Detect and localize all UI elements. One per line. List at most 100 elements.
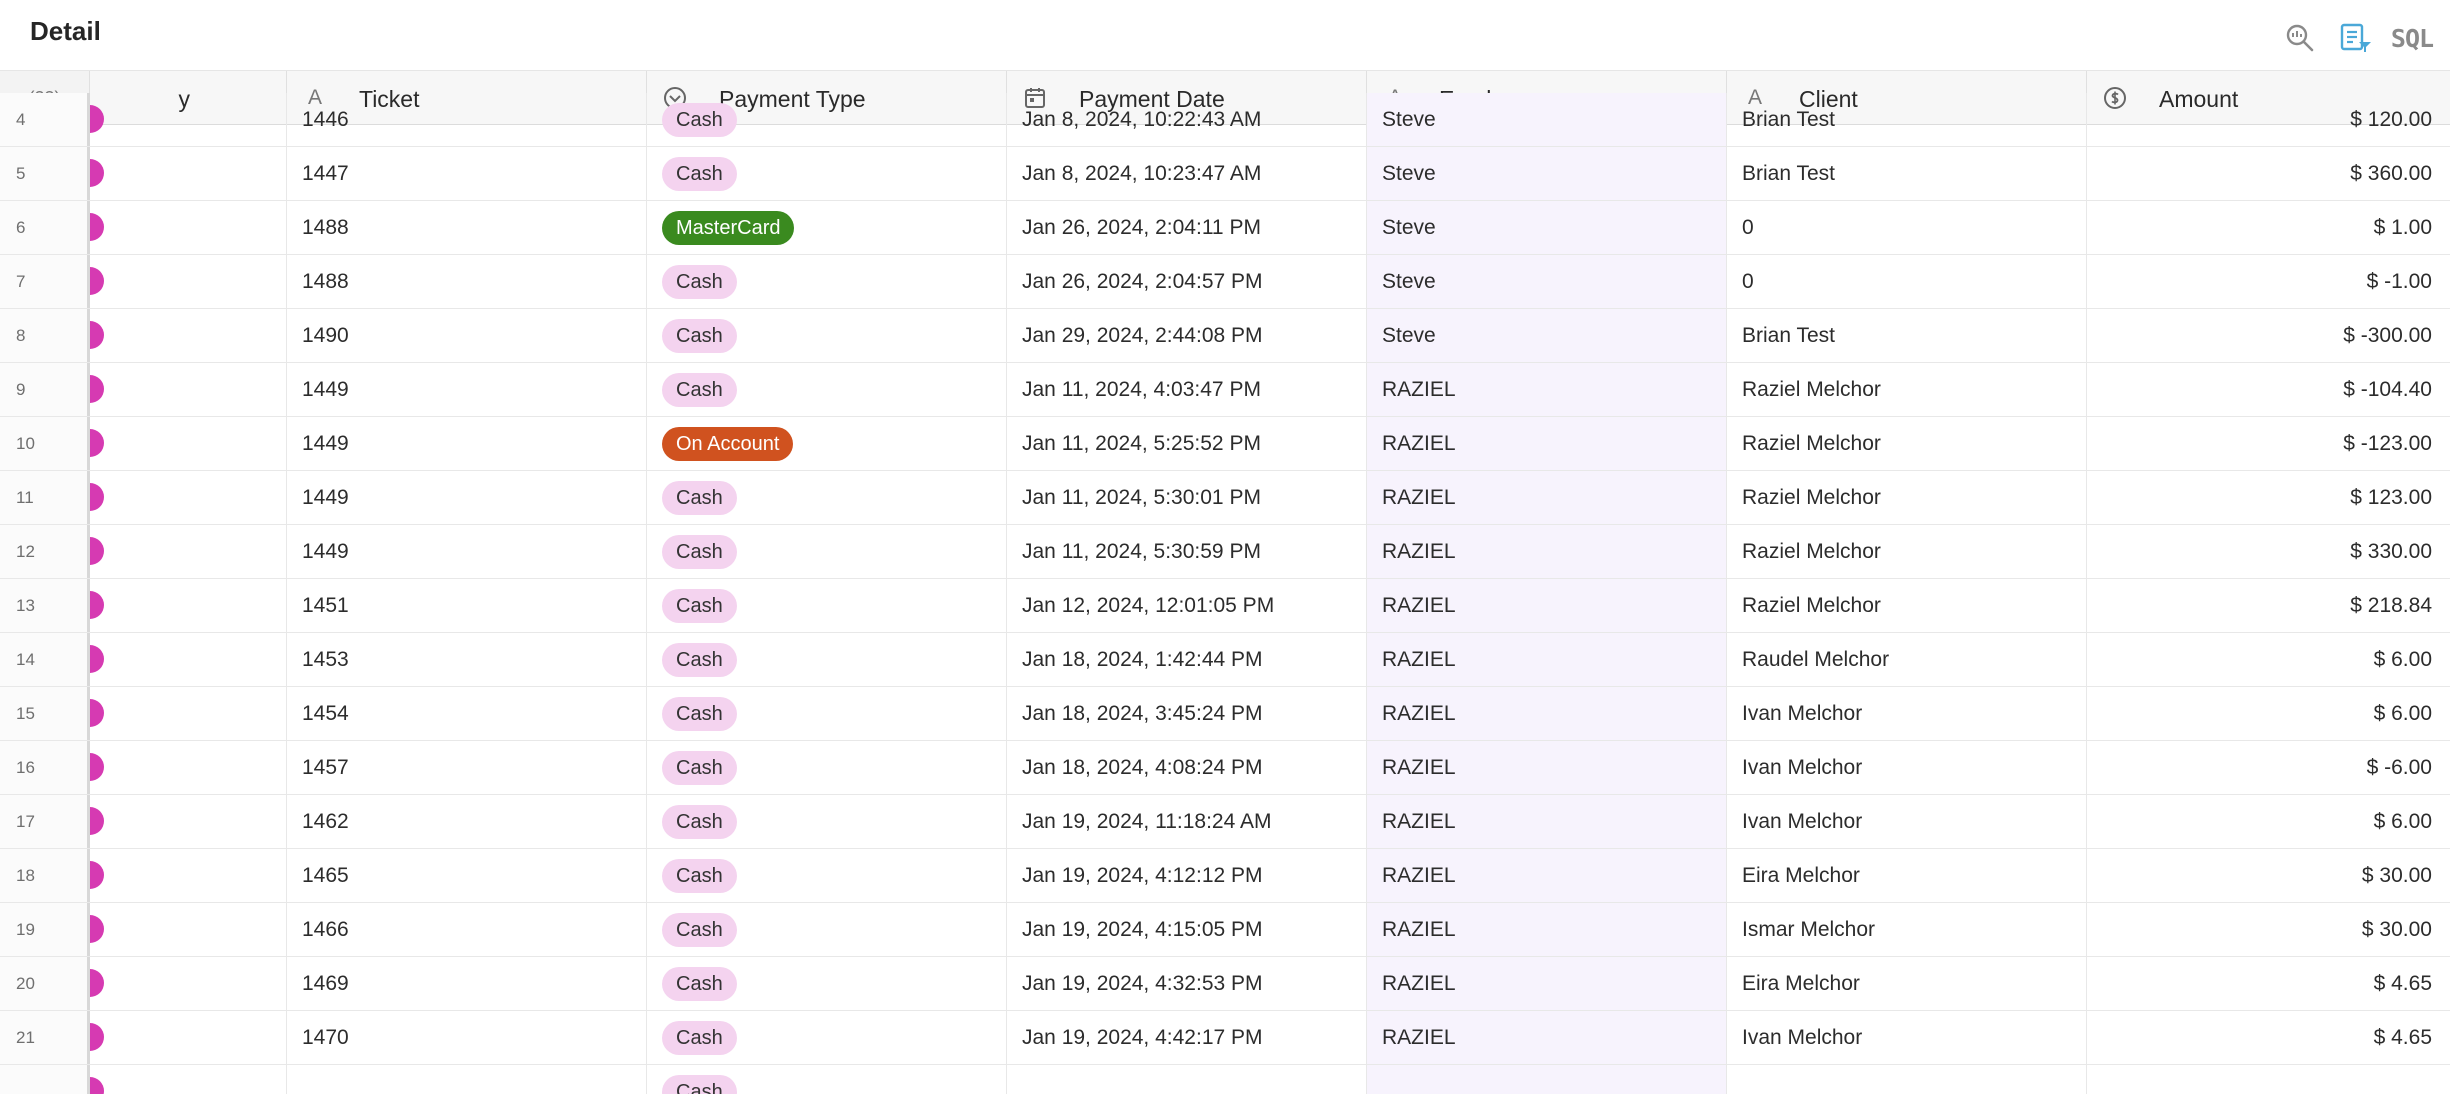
- search-refresh-icon[interactable]: [2280, 20, 2320, 56]
- cell-clipped-column[interactable]: [90, 201, 287, 254]
- cell-payment-type[interactable]: Cash: [647, 1011, 1007, 1064]
- cell-client[interactable]: Ivan Melchor: [1727, 687, 2087, 740]
- table-row[interactable]: 14 1453 Cash Jan 18, 2024, 1:42:44 PM RAZIEL…: [0, 633, 2450, 687]
- table-row[interactable]: 20 1469 Cash Jan 19, 2024, 4:32:53 PM RAZIEL…: [0, 957, 2450, 1011]
- cell-amount[interactable]: $ -1.00: [2087, 255, 2450, 308]
- cell-client[interactable]: Raziel Melchor: [1727, 471, 2087, 524]
- cell-amount[interactable]: $ 6.00: [2087, 795, 2450, 848]
- table-row[interactable]: 18 1465 Cash Jan 19, 2024, 4:12:12 PM RAZIEL…: [0, 849, 2450, 903]
- cell-amount[interactable]: $ 360.00: [2087, 147, 2450, 200]
- cell-payment-type[interactable]: Cash: [647, 309, 1007, 362]
- table-row[interactable]: 15 1454 Cash Jan 18, 2024, 3:45:24 PM RAZIEL…: [0, 687, 2450, 741]
- cell-payment-date[interactable]: Jan 19, 2024, 4:15:05 PM: [1007, 903, 1367, 956]
- cell-amount[interactable]: $ 330.00: [2087, 525, 2450, 578]
- cell-clipped-column[interactable]: [90, 471, 287, 524]
- table-row[interactable]: 19 1466 Cash Jan 19, 2024, 4:15:05 PM RAZIEL…: [0, 903, 2450, 957]
- cell-payment-date[interactable]: Jan 11, 2024, 5:25:52 PM: [1007, 417, 1367, 470]
- cell-payment-date[interactable]: Jan 19, 2024, 4:12:12 PM: [1007, 849, 1367, 902]
- cell-payment-date[interactable]: Jan 18, 2024, 1:42:44 PM: [1007, 633, 1367, 686]
- cell-clipped-column[interactable]: [90, 903, 287, 956]
- sql-button[interactable]: SQL: [2388, 20, 2436, 56]
- cell-ticket[interactable]: 1466: [287, 903, 647, 956]
- cell-client[interactable]: Raudel Melchor: [1727, 633, 2087, 686]
- cell-employee[interactable]: Steve: [1367, 201, 1727, 254]
- cell-client[interactable]: Brian Test: [1727, 93, 2087, 146]
- cell-clipped-column[interactable]: [90, 363, 287, 416]
- cell-amount[interactable]: $ 4.65: [2087, 957, 2450, 1010]
- cell-employee[interactable]: RAZIEL: [1367, 741, 1727, 794]
- cell-ticket[interactable]: 1447: [287, 147, 647, 200]
- cell-payment-type[interactable]: Cash: [647, 93, 1007, 146]
- cell-client[interactable]: [1727, 1065, 2087, 1094]
- cell-client[interactable]: Ismar Melchor: [1727, 903, 2087, 956]
- cell-ticket[interactable]: 1469: [287, 957, 647, 1010]
- cell-ticket[interactable]: 1449: [287, 525, 647, 578]
- table-row[interactable]: Cash: [0, 1065, 2450, 1094]
- cell-clipped-column[interactable]: [90, 93, 287, 146]
- cell-clipped-column[interactable]: [90, 417, 287, 470]
- cell-amount[interactable]: $ 123.00: [2087, 471, 2450, 524]
- cell-clipped-column[interactable]: [90, 525, 287, 578]
- cell-clipped-column[interactable]: [90, 741, 287, 794]
- cell-employee[interactable]: RAZIEL: [1367, 957, 1727, 1010]
- cell-ticket[interactable]: 1446: [287, 93, 647, 146]
- cell-amount[interactable]: $ 6.00: [2087, 633, 2450, 686]
- cell-payment-type[interactable]: Cash: [647, 471, 1007, 524]
- table-row[interactable]: 8 1490 Cash Jan 29, 2024, 2:44:08 PM Steve Br…: [0, 309, 2450, 363]
- cell-employee[interactable]: RAZIEL: [1367, 687, 1727, 740]
- cell-clipped-column[interactable]: [90, 255, 287, 308]
- cell-ticket[interactable]: 1449: [287, 471, 647, 524]
- table-row[interactable]: 12 1449 Cash Jan 11, 2024, 5:30:59 PM RAZIEL…: [0, 525, 2450, 579]
- cell-client[interactable]: Brian Test: [1727, 309, 2087, 362]
- table-row[interactable]: 6 1488 MasterCard Jan 26, 2024, 2:04:11 PM S…: [0, 201, 2450, 255]
- cell-amount[interactable]: $ -104.40: [2087, 363, 2450, 416]
- table-row[interactable]: 9 1449 Cash Jan 11, 2024, 4:03:47 PM RAZIEL R…: [0, 363, 2450, 417]
- cell-amount[interactable]: [2087, 1065, 2450, 1094]
- cell-payment-date[interactable]: Jan 8, 2024, 10:23:47 AM: [1007, 147, 1367, 200]
- cell-ticket[interactable]: 1451: [287, 579, 647, 632]
- table-row[interactable]: 17 1462 Cash Jan 19, 2024, 11:18:24 AM RAZIE…: [0, 795, 2450, 849]
- cell-payment-date[interactable]: Jan 19, 2024, 11:18:24 AM: [1007, 795, 1367, 848]
- cell-payment-type[interactable]: Cash: [647, 147, 1007, 200]
- cell-clipped-column[interactable]: [90, 687, 287, 740]
- cell-payment-date[interactable]: Jan 12, 2024, 12:01:05 PM: [1007, 579, 1367, 632]
- cell-employee[interactable]: RAZIEL: [1367, 633, 1727, 686]
- cell-amount[interactable]: $ 30.00: [2087, 849, 2450, 902]
- cell-clipped-column[interactable]: [90, 795, 287, 848]
- cell-client[interactable]: Ivan Melchor: [1727, 741, 2087, 794]
- cell-client[interactable]: Ivan Melchor: [1727, 795, 2087, 848]
- cell-payment-type[interactable]: Cash: [647, 741, 1007, 794]
- cell-payment-type[interactable]: Cash: [647, 903, 1007, 956]
- cell-payment-type[interactable]: MasterCard: [647, 201, 1007, 254]
- cell-ticket[interactable]: 1488: [287, 255, 647, 308]
- cell-clipped-column[interactable]: [90, 957, 287, 1010]
- cell-payment-date[interactable]: Jan 18, 2024, 4:08:24 PM: [1007, 741, 1367, 794]
- cell-client[interactable]: Raziel Melchor: [1727, 579, 2087, 632]
- cell-payment-date[interactable]: Jan 8, 2024, 10:22:43 AM: [1007, 93, 1367, 146]
- cell-clipped-column[interactable]: [90, 1011, 287, 1064]
- cell-employee[interactable]: Steve: [1367, 309, 1727, 362]
- cell-clipped-column[interactable]: [90, 579, 287, 632]
- report-filter-icon[interactable]: [2336, 20, 2376, 56]
- cell-ticket[interactable]: [287, 1065, 647, 1094]
- cell-ticket[interactable]: 1470: [287, 1011, 647, 1064]
- cell-payment-date[interactable]: Jan 26, 2024, 2:04:11 PM: [1007, 201, 1367, 254]
- cell-ticket[interactable]: 1462: [287, 795, 647, 848]
- cell-payment-type[interactable]: Cash: [647, 1065, 1007, 1094]
- table-row[interactable]: 10 1449 On Account Jan 11, 2024, 5:25:52 PM…: [0, 417, 2450, 471]
- cell-employee[interactable]: Steve: [1367, 147, 1727, 200]
- cell-payment-date[interactable]: Jan 19, 2024, 4:32:53 PM: [1007, 957, 1367, 1010]
- cell-employee[interactable]: RAZIEL: [1367, 471, 1727, 524]
- cell-payment-type[interactable]: On Account: [647, 417, 1007, 470]
- cell-payment-date[interactable]: Jan 18, 2024, 3:45:24 PM: [1007, 687, 1367, 740]
- cell-amount[interactable]: $ 4.65: [2087, 1011, 2450, 1064]
- cell-client[interactable]: Raziel Melchor: [1727, 417, 2087, 470]
- cell-payment-date[interactable]: Jan 19, 2024, 4:42:17 PM: [1007, 1011, 1367, 1064]
- cell-ticket[interactable]: 1490: [287, 309, 647, 362]
- cell-employee[interactable]: RAZIEL: [1367, 417, 1727, 470]
- cell-clipped-column[interactable]: [90, 849, 287, 902]
- table-row[interactable]: 5 1447 Cash Jan 8, 2024, 10:23:47 AM Steve Br…: [0, 147, 2450, 201]
- cell-ticket[interactable]: 1449: [287, 363, 647, 416]
- cell-clipped-column[interactable]: [90, 1065, 287, 1094]
- cell-ticket[interactable]: 1457: [287, 741, 647, 794]
